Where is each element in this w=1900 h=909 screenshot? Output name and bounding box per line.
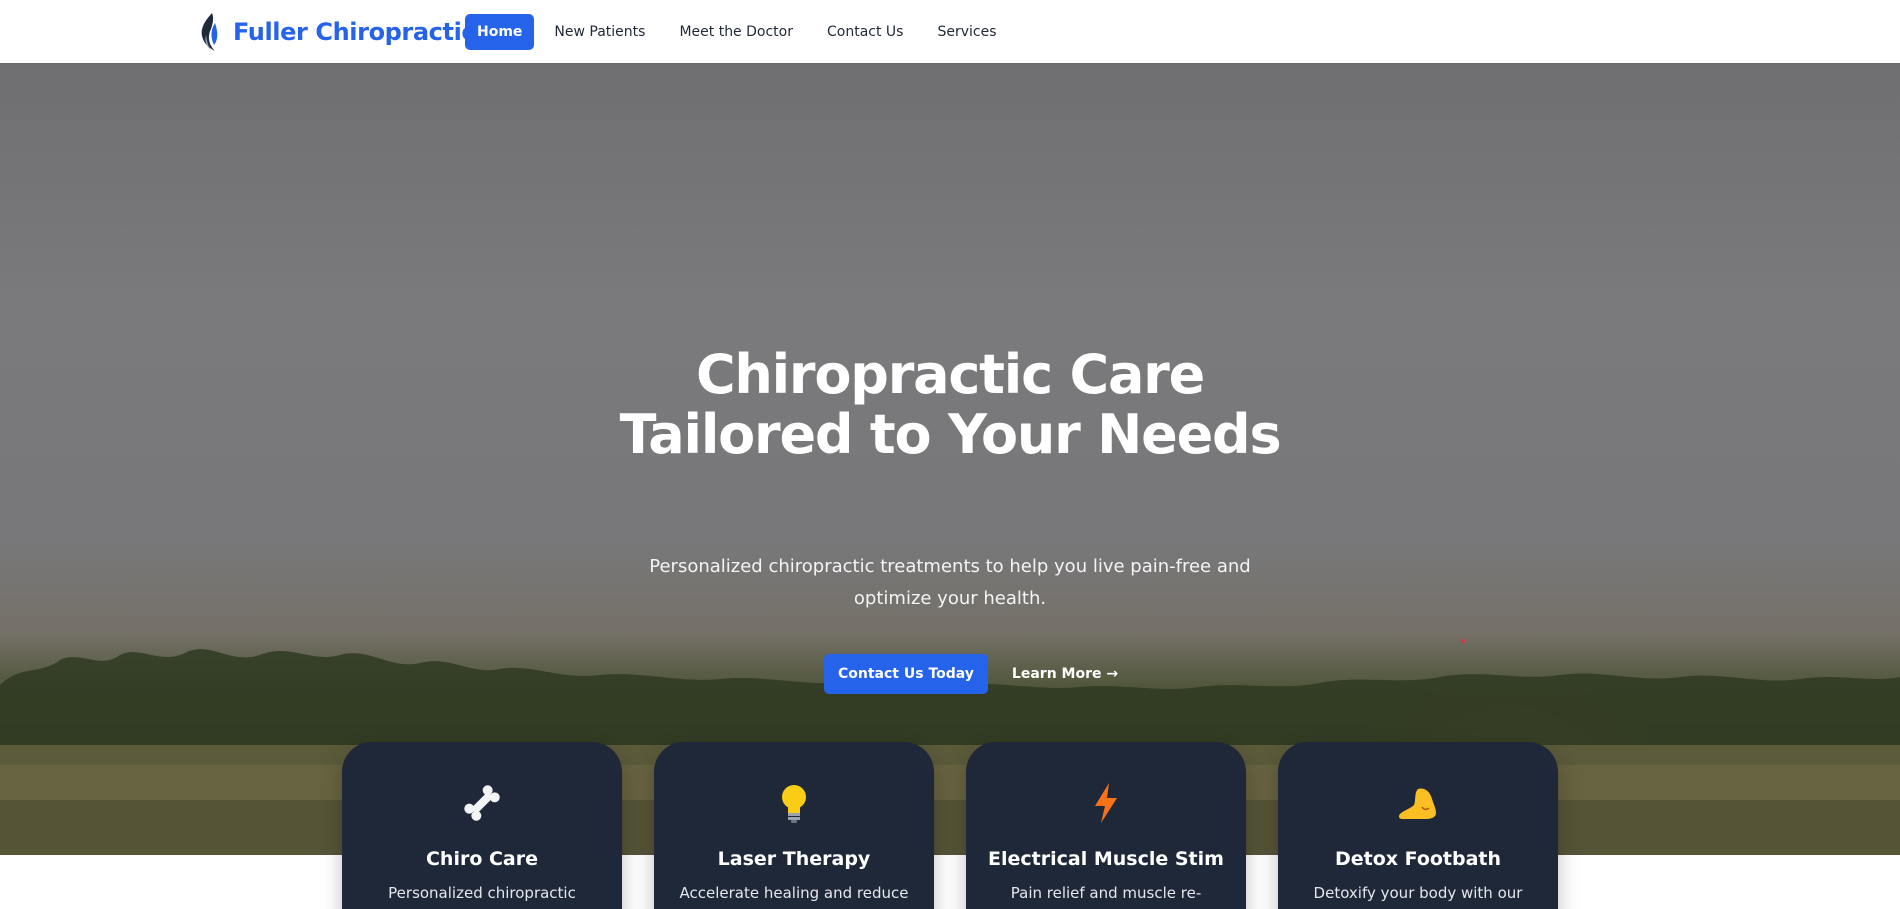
- service-description: Personalized chiropractic: [388, 884, 576, 902]
- nav-new-patients[interactable]: New Patients: [540, 14, 659, 50]
- nav-meet-the-doctor[interactable]: Meet the Doctor: [665, 14, 807, 50]
- nav-home[interactable]: Home: [465, 14, 535, 50]
- hero-title-line-1: Chiropractic Care: [695, 343, 1205, 406]
- service-card-laser-therapy[interactable]: Laser Therapy Accelerate healing and red…: [654, 742, 934, 909]
- main-nav: Home New Patients Meet the Doctor Contac…: [465, 14, 1011, 50]
- foot-icon: [1278, 780, 1558, 826]
- site-header: Fuller Chiropractic Home New Patients Me…: [0, 0, 1900, 63]
- nav-contact-us[interactable]: Contact Us: [813, 14, 917, 50]
- bone-icon: [342, 780, 622, 826]
- service-title: Laser Therapy: [717, 848, 871, 870]
- service-card-detox-footbath[interactable]: Detox Footbath Detoxify your body with o…: [1278, 742, 1558, 909]
- service-description: Detoxify your body with our: [1313, 884, 1523, 902]
- services-cards: Chiro Care Personalized chiropractic Las…: [342, 742, 1558, 909]
- hero-title: Chiropractic Care Tailored to Your Needs: [450, 345, 1450, 465]
- indicator-dot: [1461, 639, 1465, 643]
- hero-title-line-2: Tailored to Your Needs: [619, 403, 1282, 466]
- brand-name: Fuller Chiropractic: [233, 18, 476, 46]
- service-card-electrical-muscle-stim[interactable]: Electrical Muscle Stim Pain relief and m…: [966, 742, 1246, 909]
- lightbulb-icon: [654, 780, 934, 826]
- learn-more-link[interactable]: Learn More →: [1012, 666, 1118, 682]
- hero-actions: Contact Us Today Learn More →: [824, 654, 1118, 694]
- lightning-icon: [966, 780, 1246, 826]
- brand-link[interactable]: Fuller Chiropractic: [195, 8, 476, 56]
- service-card-chiro-care[interactable]: Chiro Care Personalized chiropractic: [342, 742, 622, 909]
- contact-us-today-button[interactable]: Contact Us Today: [824, 654, 988, 694]
- hero-section: Chiropractic Care Tailored to Your Needs…: [0, 63, 1900, 855]
- nav-services[interactable]: Services: [923, 14, 1010, 50]
- service-description: Pain relief and muscle re-: [1010, 884, 1202, 902]
- service-description: Accelerate healing and reduce: [679, 884, 909, 902]
- hero-subtitle: Personalized chiropractic treatments to …: [649, 556, 1251, 609]
- service-title: Chiro Care: [425, 848, 539, 870]
- service-title: Detox Footbath: [1334, 848, 1502, 870]
- service-title: Electrical Muscle Stim: [988, 848, 1224, 870]
- flame-logo-icon: [201, 13, 218, 51]
